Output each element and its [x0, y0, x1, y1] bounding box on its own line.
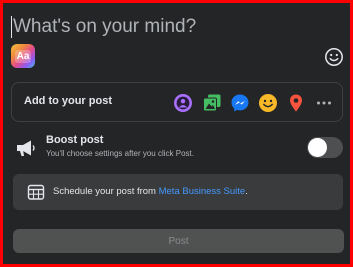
messenger-icon[interactable] — [230, 93, 250, 113]
more-options-icon[interactable] — [314, 93, 334, 113]
boost-post-title: Boost post — [46, 134, 104, 146]
check-in-location-icon[interactable] — [286, 93, 306, 113]
megaphone-icon — [11, 134, 41, 162]
schedule-text: Schedule your post from Meta Business Su… — [53, 186, 248, 197]
add-to-post-label: Add to your post — [24, 95, 112, 107]
schedule-text-suffix: . — [245, 186, 248, 197]
feeling-activity-icon[interactable] — [258, 93, 278, 113]
boost-post-row: Boost post You'll choose settings after … — [11, 131, 346, 165]
tag-people-icon[interactable] — [173, 93, 193, 113]
add-to-post-bar: Add to your post — [11, 82, 343, 122]
boost-post-toggle[interactable] — [307, 137, 343, 158]
emoji-picker-icon[interactable] — [324, 47, 344, 67]
photo-video-icon[interactable] — [202, 93, 222, 113]
background-button-label: Aa — [14, 49, 32, 63]
schedule-post-banner: Schedule your post from Meta Business Su… — [13, 174, 343, 210]
boost-post-subtitle: You'll choose settings after you click P… — [46, 149, 194, 158]
meta-business-suite-link[interactable]: Meta Business Suite — [159, 186, 246, 197]
schedule-text-prefix: Schedule your post from — [53, 186, 159, 197]
toggle-knob — [308, 138, 327, 157]
calendar-grid-icon — [27, 183, 45, 201]
post-button[interactable]: Post — [13, 229, 344, 253]
post-text-input[interactable]: What's on your mind? — [11, 12, 341, 42]
create-post-dialog: What's on your mind? Aa Add to your post — [0, 0, 353, 267]
text-caret — [11, 16, 12, 38]
composer-placeholder: What's on your mind? — [13, 16, 197, 37]
background-color-button[interactable]: Aa — [11, 44, 35, 68]
